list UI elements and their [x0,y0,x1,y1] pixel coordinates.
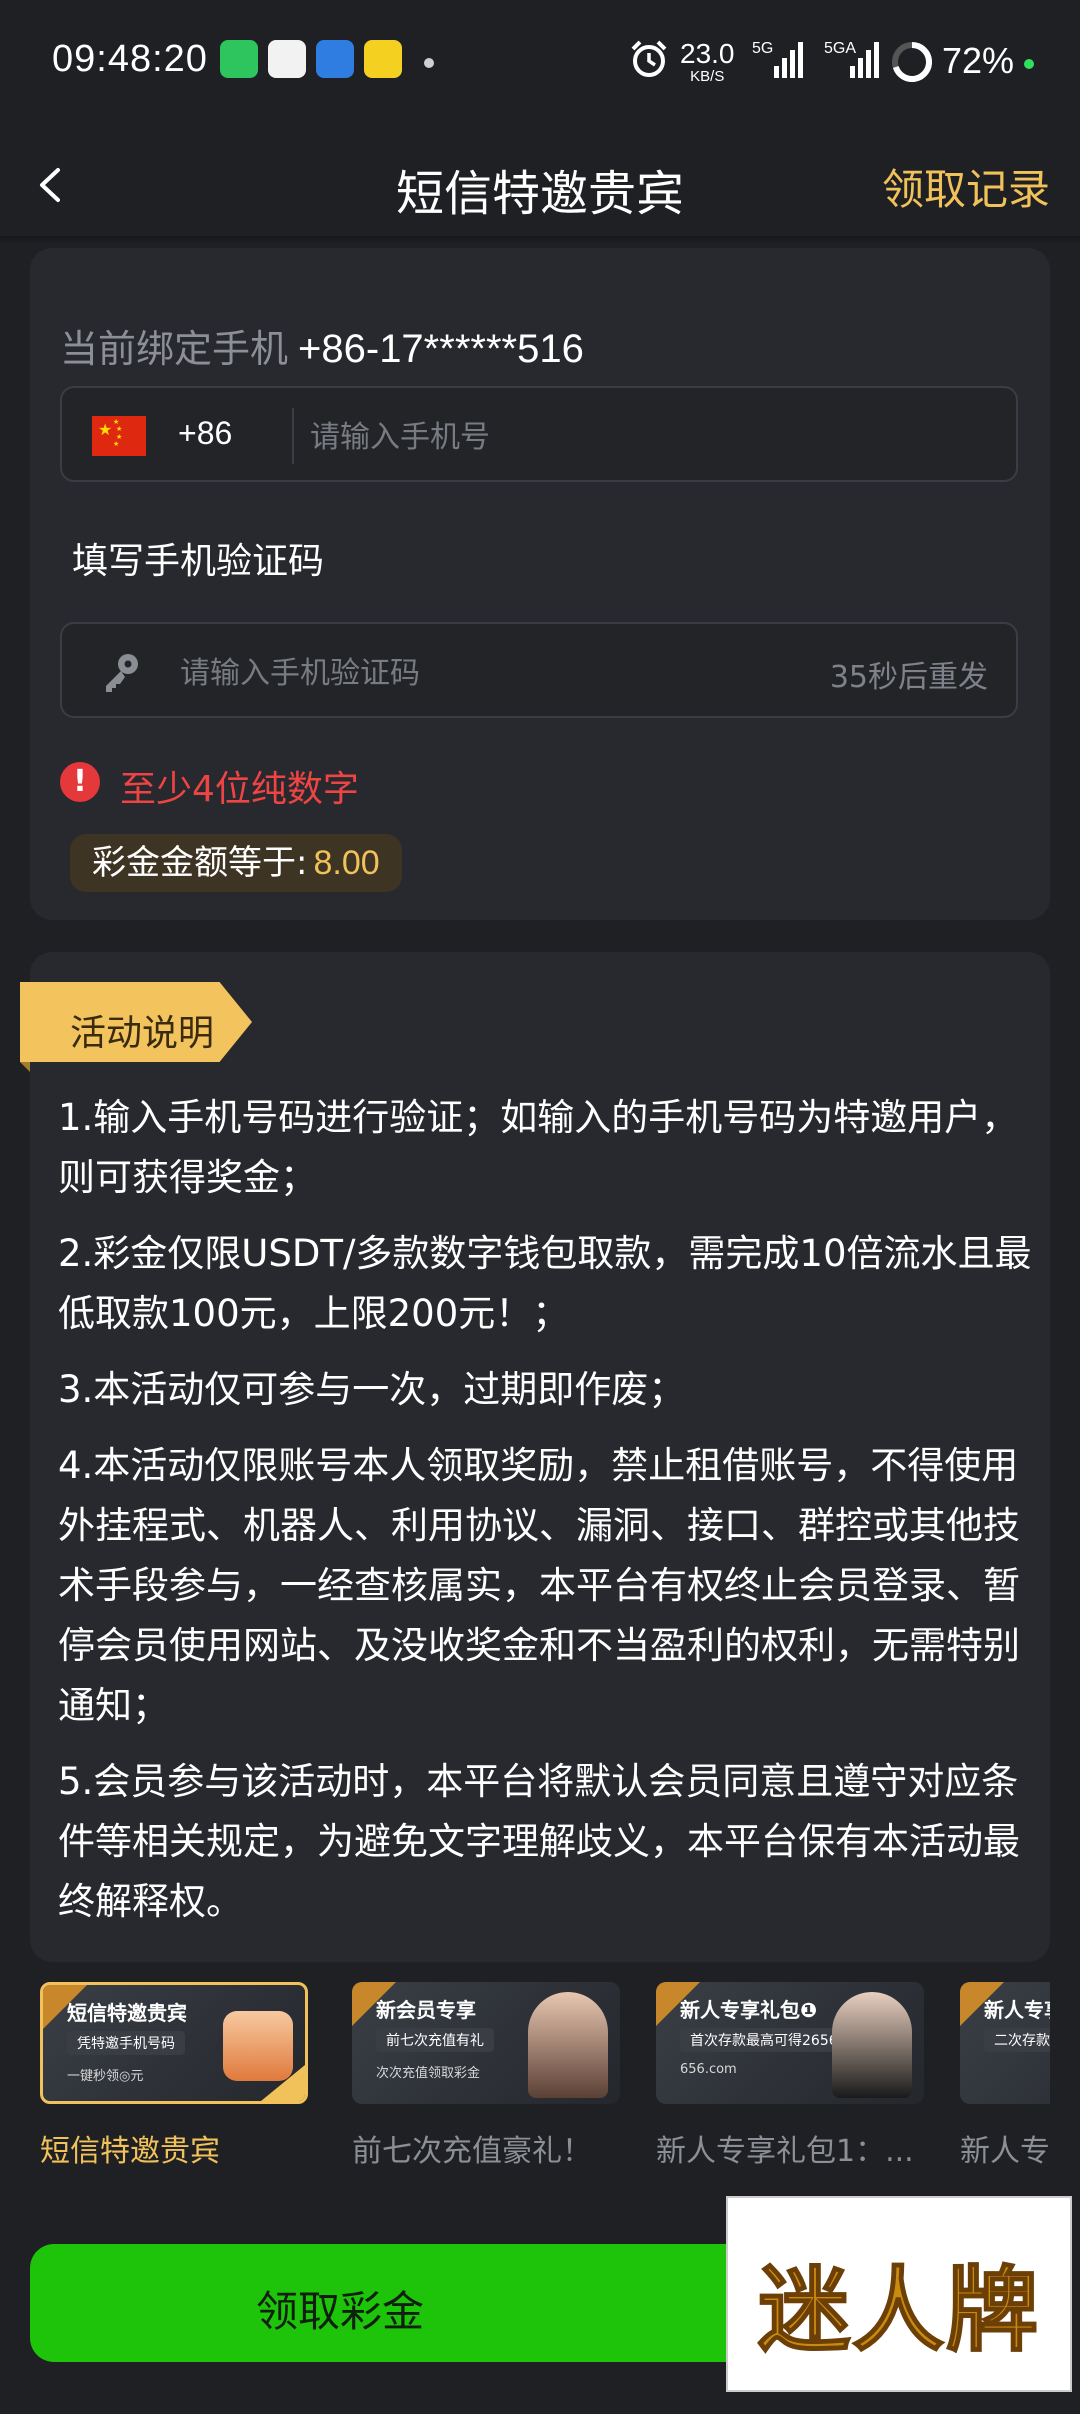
promo-carousel[interactable]: 短信特邀贵宾 凭特邀手机号码 一键秒领◎元 短信特邀贵宾 新会员专享 前七次充值… [30,1982,1050,2182]
alarm-icon [631,40,667,77]
promo-banner[interactable]: 短信特邀贵宾 凭特邀手机号码 一键秒领◎元 [40,1982,308,2104]
header-divider [0,236,1080,244]
claim-record-link[interactable]: 领取记录 [882,156,1050,217]
promo-title: 新会员专享 [376,1998,476,2022]
bound-phone-label: 当前绑定手机 [60,327,289,371]
promo-banner[interactable]: 新人专享 二次存款再 [960,1982,1050,2104]
promo-label: 新人专享礼包1：... [656,2134,914,2169]
bonus-value: 8.00 [313,844,380,882]
bonus-label: 彩金金额等于: [92,843,308,883]
promo-caption: 一键秒领◎元 [67,2069,144,2084]
rule-item: 1.输入手机号码进行验证；如输入的手机号码为特邀用户，则可获得奖金； [58,1096,1019,1199]
promo-caption: 656.com [680,2062,737,2077]
qq-icon [268,40,306,78]
sms-verify-card: 当前绑定手机+86-17******516 ★ ★ ★ ★ ★ +86 填写手机… [30,248,1050,920]
error-message: 至少4位纯数字 [120,769,359,810]
error-icon: ! [60,762,100,802]
promo-item-sms-vip[interactable]: 短信特邀贵宾 凭特邀手机号码 一键秒领◎元 短信特邀贵宾 [40,1982,312,2170]
rule-item: 4.本活动仅限账号本人领取奖励，禁止租借账号，不得使用外挂程式、机器人、利用协议… [58,1444,1020,1727]
rule-item: 2.彩金仅限USDT/多款数字钱包取款，需完成10倍流水且最低取款100元，上限… [58,1232,1032,1335]
status-bar: 09:48:20 23.0 KB/S 5G 5GA 72% [0,0,1080,130]
promo-model-image [528,1992,608,2098]
promo-model-image [832,1992,912,2098]
code-input-box[interactable]: 35秒后重发 [60,622,1018,718]
net-speed: 23.0 KB/S [680,38,735,85]
claim-button-label: 领取彩金 [255,2287,424,2336]
qq-alt-icon [316,40,354,78]
status-time: 09:48:20 [52,38,208,80]
verify-code-label: 填写手机验证码 [72,541,325,582]
watermark-logo: 迷人牌 [726,2196,1072,2392]
battery-ring-icon [892,41,933,82]
promo-label: 短信特邀贵宾 [40,2134,220,2169]
promo-label: 新人专 [960,2134,1050,2169]
wechat-icon [220,40,258,78]
rule-item: 3.本活动仅可参与一次，过期即作废； [58,1368,686,1411]
key-icon [106,654,138,692]
battery-level: 72% [942,40,1015,81]
verify-code-input[interactable] [178,644,742,702]
game-app-icon [364,40,402,78]
promo-subtitle: 前七次充值有礼 [376,2028,494,2052]
phone-input-box[interactable]: ★ ★ ★ ★ ★ +86 [60,386,1018,482]
rule-item: 5.会员参与该活动时，本平台将默认会员同意且遵守对应条件等相关规定，为避免文字理… [58,1760,1020,1923]
activity-tag-fold [20,1062,30,1072]
resend-countdown: 35秒后重发 [829,660,988,695]
promo-subtitle: 二次存款再 [984,2028,1050,2052]
watermark-text: 迷人牌 [757,2255,1040,2365]
promo-banner[interactable]: 新人专享礼包❶ 首次存款最高可得2656元 656.com [656,1982,924,2104]
charging-dot-icon [1024,59,1034,69]
activity-description-card: 活动说明 1.输入手机号码进行验证；如输入的手机号码为特邀用户，则可获得奖金； … [20,952,1050,1962]
bonus-amount-badge: 彩金金额等于: 8.00 [70,834,402,892]
activity-rules: 1.输入手机号码进行验证；如输入的手机号码为特邀用户，则可获得奖金； 2.彩金仅… [58,1088,1042,1948]
promo-item-newbie-pack[interactable]: 新人专享礼包❶ 首次存款最高可得2656元 656.com 新人专享礼包1：..… [656,1982,928,2170]
promo-caption: 次次充值领取彩金 [376,2066,481,2081]
china-flag-icon[interactable]: ★ ★ ★ ★ ★ [92,416,146,456]
activity-tag-label: 活动说明 [70,1013,215,1054]
promo-banner[interactable]: 新会员专享 前七次充值有礼 次次充值领取彩金 [352,1982,620,2104]
country-code-selector[interactable]: +86 [178,415,232,452]
promo-label: 前七次充值豪礼！ [352,2134,592,2169]
input-divider [292,408,294,464]
promo-item-newbie-2[interactable]: 新人专享 二次存款再 新人专 [960,1982,1050,2170]
app-header: 短信特邀贵宾 领取记录 [0,130,1080,240]
promo-title: 短信特邀贵宾 [67,2001,187,2025]
envelope-icon [223,2011,293,2081]
bound-phone-value: +86-17******516 [298,327,584,371]
promo-title: 新人专享礼包❶ [680,1998,817,2022]
phone-number-input[interactable] [308,408,992,466]
bound-phone-row: 当前绑定手机 +86-17******516 [60,318,584,373]
promo-title: 新人专享 [984,1998,1050,2022]
notification-dot-icon [424,58,434,68]
promo-subtitle: 凭特邀手机号码 [67,2031,185,2055]
promo-item-recharge[interactable]: 新会员专享 前七次充值有礼 次次充值领取彩金 前七次充值豪礼！ [352,1982,624,2170]
